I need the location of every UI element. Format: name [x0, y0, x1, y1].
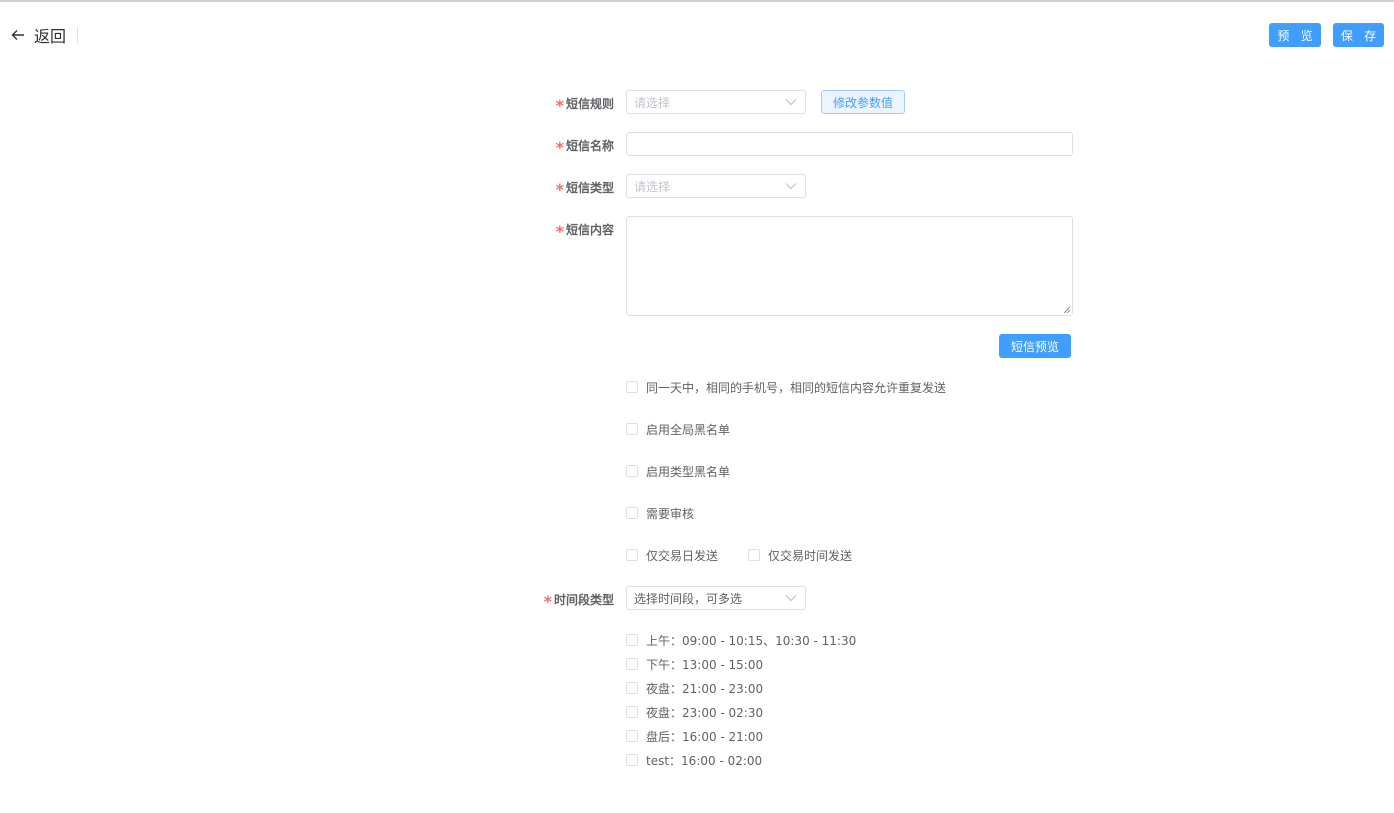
- checkbox-label: 下午：13:00 - 15:00: [646, 657, 764, 672]
- period-checkbox-night-2[interactable]: 夜盘：23:00 - 02:30: [626, 704, 763, 720]
- preview-button[interactable]: 预 览: [1269, 23, 1321, 47]
- required-mark: *: [555, 180, 564, 199]
- checkbox-label: 夜盘：21:00 - 23:00: [646, 681, 764, 696]
- period-type-select[interactable]: 选择时间段，可多选: [626, 586, 806, 610]
- sms-type-label: * 短信类型: [555, 180, 614, 199]
- required-mark: *: [555, 96, 564, 115]
- sms-rule-label: * 短信规则: [555, 96, 614, 115]
- checkbox-box[interactable]: [748, 549, 760, 561]
- checkbox-label: 启用全局黑名单: [646, 422, 731, 437]
- global-blacklist-checkbox[interactable]: 启用全局黑名单: [626, 421, 730, 437]
- checkbox-box[interactable]: [626, 634, 638, 646]
- sms-content-label: * 短信内容: [555, 222, 614, 241]
- checkbox-label: 需要审核: [646, 506, 695, 521]
- checkbox-label: 盘后：16:00 - 21:00: [646, 729, 764, 744]
- checkbox-box[interactable]: [626, 658, 638, 670]
- modify-params-button[interactable]: 修改参数值: [821, 90, 905, 114]
- checkbox-label: 夜盘：23:00 - 02:30: [646, 705, 764, 720]
- arrow-left-icon: [11, 30, 24, 40]
- chevron-down-icon: [785, 595, 797, 602]
- period-type-value: 选择时间段，可多选: [634, 591, 743, 606]
- sms-rule-select[interactable]: 请选择: [626, 90, 806, 114]
- checkbox-box[interactable]: [626, 507, 638, 519]
- back-button[interactable]: 返回: [10, 23, 66, 47]
- checkbox-label: test：16:00 - 02:00: [646, 753, 763, 768]
- trading-day-only-checkbox[interactable]: 仅交易日发送: [626, 547, 718, 563]
- period-type-label: * 时间段类型: [543, 592, 614, 611]
- page-header: 返回 预 览 保 存: [0, 0, 1394, 70]
- header-divider: [77, 27, 78, 43]
- sms-name-label: * 短信名称: [555, 138, 614, 157]
- required-mark: *: [555, 138, 564, 157]
- checkbox-box[interactable]: [626, 730, 638, 742]
- period-checkbox-test[interactable]: test：16:00 - 02:00: [626, 752, 762, 768]
- checkbox-box[interactable]: [626, 682, 638, 694]
- back-label: 返回: [34, 27, 67, 46]
- chevron-down-icon: [785, 99, 797, 106]
- checkbox-label: 仅交易日发送: [646, 548, 719, 563]
- checkbox-box[interactable]: [626, 381, 638, 393]
- sms-type-placeholder: 请选择: [634, 179, 671, 194]
- checkbox-box[interactable]: [626, 754, 638, 766]
- sms-name-input[interactable]: [626, 132, 1073, 156]
- checkbox-label: 仅交易时间发送: [768, 548, 853, 563]
- sms-type-select[interactable]: 请选择: [626, 174, 806, 198]
- type-blacklist-checkbox[interactable]: 启用类型黑名单: [626, 463, 730, 479]
- checkbox-box[interactable]: [626, 423, 638, 435]
- checkbox-label: 同一天中，相同的手机号，相同的短信内容允许重复发送: [646, 380, 947, 395]
- period-checkbox-afternoon[interactable]: 下午：13:00 - 15:00: [626, 656, 763, 672]
- need-review-checkbox[interactable]: 需要审核: [626, 505, 694, 521]
- period-checkbox-after-hours[interactable]: 盘后：16:00 - 21:00: [626, 728, 763, 744]
- required-mark: *: [555, 222, 564, 241]
- chevron-down-icon: [785, 183, 797, 190]
- sms-content-textarea[interactable]: [626, 216, 1073, 316]
- resize-handle-icon[interactable]: [1063, 306, 1071, 314]
- checkbox-box[interactable]: [626, 549, 638, 561]
- period-checkbox-night-1[interactable]: 夜盘：21:00 - 23:00: [626, 680, 763, 696]
- trading-time-only-checkbox[interactable]: 仅交易时间发送: [748, 547, 852, 563]
- checkbox-label: 上午：09:00 - 10:15、10:30 - 11:30: [646, 633, 857, 648]
- checkbox-label: 启用类型黑名单: [646, 464, 731, 479]
- allow-duplicate-checkbox[interactable]: 同一天中，相同的手机号，相同的短信内容允许重复发送: [626, 379, 946, 395]
- checkbox-box[interactable]: [626, 465, 638, 477]
- sms-preview-button[interactable]: 短信预览: [999, 334, 1071, 358]
- checkbox-box[interactable]: [626, 706, 638, 718]
- sms-rule-placeholder: 请选择: [634, 95, 671, 110]
- save-button[interactable]: 保 存: [1333, 23, 1384, 47]
- required-mark: *: [543, 592, 552, 611]
- period-checkbox-morning[interactable]: 上午：09:00 - 10:15、10:30 - 11:30: [626, 632, 856, 648]
